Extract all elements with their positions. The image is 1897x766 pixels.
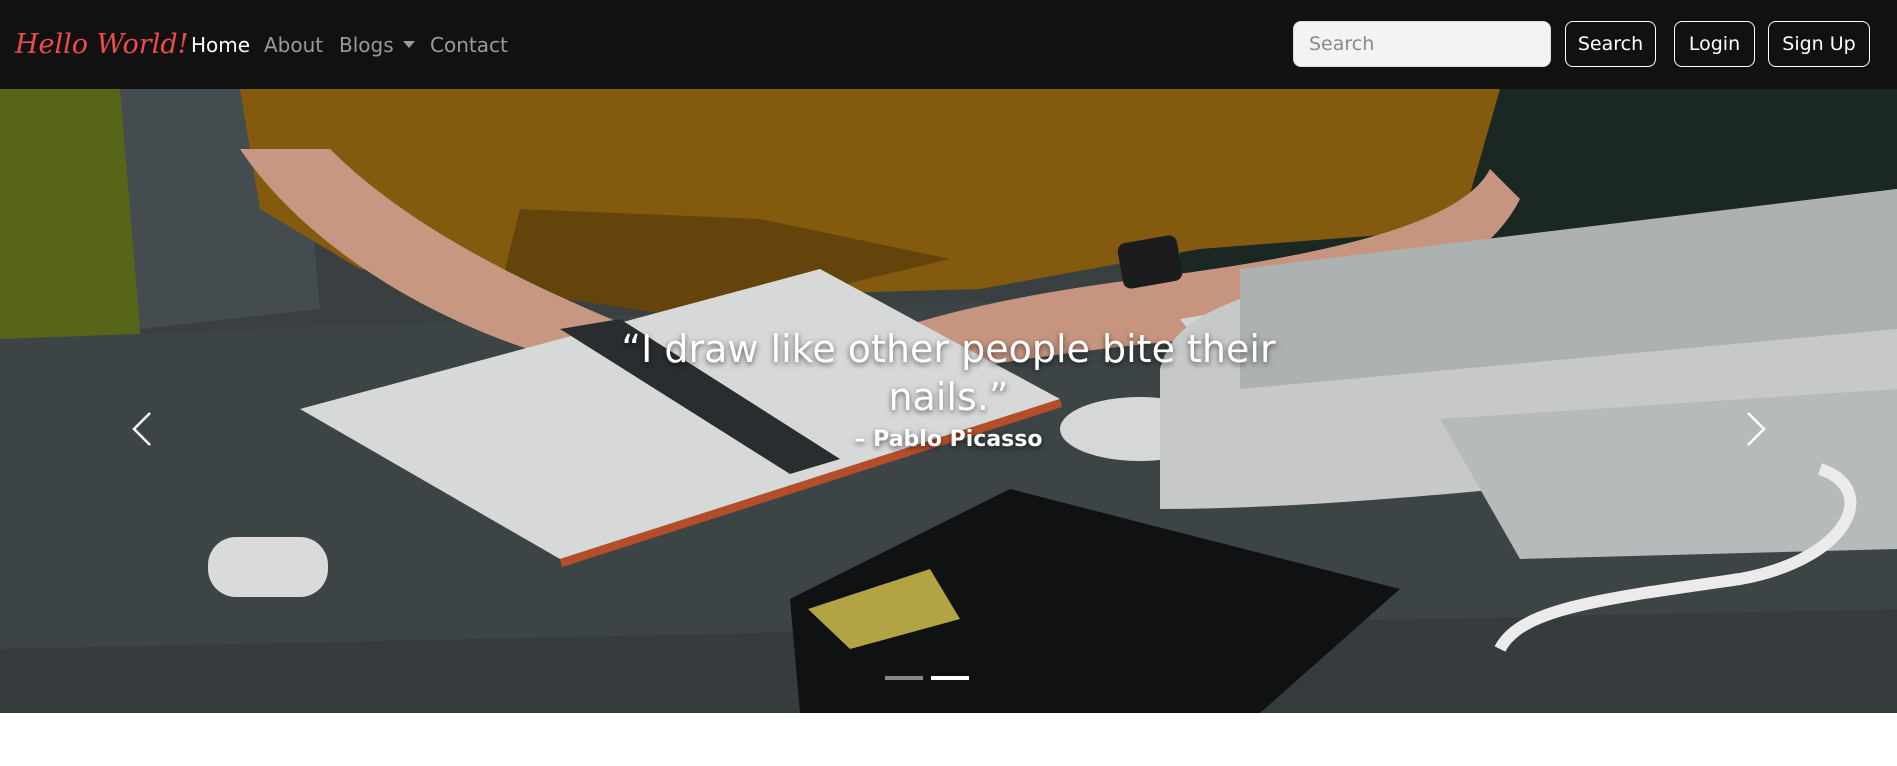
caret-down-icon — [402, 41, 415, 48]
search-input[interactable] — [1293, 21, 1551, 67]
chevron-left-icon — [132, 412, 151, 446]
nav-home[interactable]: Home — [191, 32, 250, 58]
signup-button[interactable]: Sign Up — [1768, 21, 1870, 67]
nav-contact[interactable]: Contact — [430, 32, 508, 58]
search-button[interactable]: Search — [1565, 21, 1656, 67]
login-button[interactable]: Login — [1674, 21, 1755, 67]
brand-logo[interactable]: Hello World! — [15, 25, 188, 65]
carousel-indicator-1[interactable] — [885, 676, 923, 680]
carousel-prev-button[interactable] — [112, 389, 172, 469]
carousel-quote: “I draw like other people bite their nai… — [621, 327, 1276, 419]
carousel-next-button[interactable] — [1726, 389, 1786, 469]
nav-about[interactable]: About — [264, 32, 323, 58]
hero-carousel: “I draw like other people bite their nai… — [0, 89, 1897, 713]
navbar: Hello World! Home About Blogs Contact Se… — [0, 0, 1897, 89]
nav-blogs-dropdown[interactable]: Blogs — [339, 32, 415, 58]
chevron-right-icon — [1747, 412, 1766, 446]
carousel-author: – Pablo Picasso — [854, 427, 1043, 452]
nav-blogs-label: Blogs — [339, 33, 394, 57]
carousel-indicators — [885, 676, 969, 680]
carousel-caption: “I draw like other people bite their nai… — [560, 325, 1337, 455]
carousel-indicator-2[interactable] — [931, 676, 969, 680]
